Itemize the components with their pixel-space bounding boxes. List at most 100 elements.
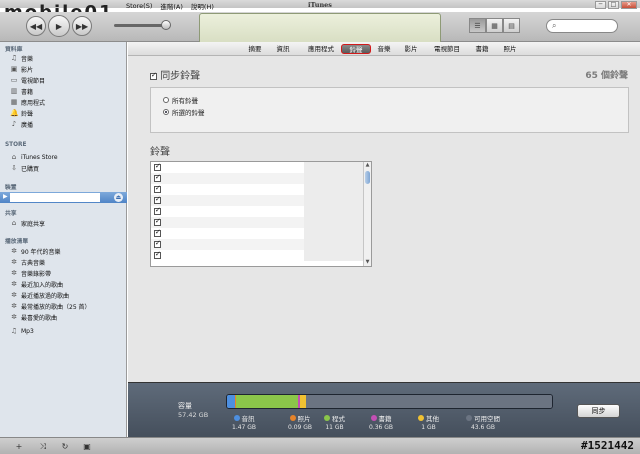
playlist-icon: ♫ xyxy=(10,327,18,335)
list-item-checkbox[interactable] xyxy=(154,162,161,171)
list-item-checkbox[interactable] xyxy=(154,184,161,193)
legend-value: 1 GB xyxy=(421,424,436,431)
grid-icon: ▦ xyxy=(491,21,498,30)
tab-books[interactable]: 書籍 xyxy=(472,44,492,54)
sidebar-item-music[interactable]: ♫ 音樂 xyxy=(10,53,33,63)
legend-value: 1.47 GB xyxy=(232,424,257,431)
list-item[interactable] xyxy=(151,239,364,250)
sidebar-item-tv-shows[interactable]: ▭ 電視節目 xyxy=(10,75,45,85)
disclosure-triangle-icon[interactable]: ▶ xyxy=(3,193,8,200)
list-item-checkbox[interactable] xyxy=(154,206,161,215)
coverflow-view-button[interactable]: ▤ xyxy=(503,18,520,33)
sidebar-item-playlist[interactable]: ✲ 最近加入的歌曲 xyxy=(10,279,63,289)
list-view-button[interactable]: ☰ xyxy=(469,18,486,33)
ringtone-list-title: 鈴聲 xyxy=(150,147,170,158)
list-item-checkbox[interactable] xyxy=(154,195,161,204)
tab-ringtones[interactable]: 鈴聲 xyxy=(341,44,371,54)
smart-playlist-icon: ✲ xyxy=(11,313,17,321)
repeat-button[interactable]: ↻ xyxy=(58,441,72,452)
add-playlist-button[interactable]: + xyxy=(12,441,26,452)
play-button[interactable]: ▶ xyxy=(48,15,70,37)
tab-apps[interactable]: 應用程式 xyxy=(304,44,338,54)
sidebar-item-playlist[interactable]: ♫ Mp3 xyxy=(10,326,34,336)
close-button[interactable]: ✕ xyxy=(621,1,637,9)
music-icon: ♫ xyxy=(10,54,18,62)
list-item-checkbox[interactable] xyxy=(154,239,161,248)
tab-music[interactable]: 音樂 xyxy=(374,44,394,54)
sidebar: 資料庫 ♫ 音樂 ▣ 影片 ▭ 電視節目 ▥ 書籍 ▦ 應用程式 🔔 鈴聲 ♪ 廣播 STOR… xyxy=(0,42,127,437)
sidebar-item-purchased[interactable]: ⇩ 已購買 xyxy=(10,163,39,173)
scroll-down-icon[interactable]: ▼ xyxy=(364,259,371,266)
sidebar-item-playlist[interactable]: ✲ 古典音樂 xyxy=(10,257,45,267)
sync-button[interactable]: 同步 xyxy=(577,404,620,418)
option-selected-ringtones[interactable]: 所選的鈴聲 xyxy=(163,107,205,117)
sidebar-item-label: 最近播放過的歌曲 xyxy=(21,292,70,300)
sidebar-item-label: 應用程式 xyxy=(21,99,46,107)
sidebar-item-playlist[interactable]: ✲ 最喜愛的歌曲 xyxy=(10,312,57,322)
scrollbar-thumb[interactable] xyxy=(365,171,370,184)
sidebar-item-playlist[interactable]: ✲ 90 年代的音樂 xyxy=(10,246,60,256)
shuffle-button[interactable]: ⤨ xyxy=(36,441,50,452)
sidebar-item-playlist[interactable]: ✲ 最常播放的歌曲（25 首） xyxy=(10,301,90,311)
sidebar-item-home-sharing[interactable]: ⌂ 家庭共享 xyxy=(10,218,45,228)
tab-photos[interactable]: 照片 xyxy=(500,44,520,54)
menu-advanced[interactable]: 進階(A) xyxy=(160,1,183,11)
sidebar-item-movies[interactable]: ▣ 影片 xyxy=(10,64,33,74)
sidebar-item-ringtones[interactable]: 🔔 鈴聲 xyxy=(10,108,33,118)
volume-slider-track[interactable] xyxy=(114,24,168,27)
sidebar-item-books[interactable]: ▥ 書籍 xyxy=(10,86,33,96)
list-item[interactable] xyxy=(151,217,364,228)
window-controls: ─ □ ✕ xyxy=(595,1,637,9)
legend-item: 音訊 1.47 GB xyxy=(232,413,256,431)
tab-info[interactable]: 資訊 xyxy=(273,44,293,54)
list-item[interactable] xyxy=(151,250,364,261)
sidebar-heading-library: 資料庫 xyxy=(5,47,23,53)
eject-icon[interactable]: ⏏ xyxy=(114,193,123,202)
search-input[interactable] xyxy=(546,19,618,33)
list-scrollbar[interactable]: ▲ ▼ xyxy=(363,162,371,266)
grid-view-button[interactable]: ▦ xyxy=(486,18,503,33)
legend-item: 其他 1 GB xyxy=(418,413,439,431)
sidebar-item-radio[interactable]: ♪ 廣播 xyxy=(10,119,33,129)
minimize-button[interactable]: ─ xyxy=(595,1,606,9)
maximize-button[interactable]: □ xyxy=(608,1,619,9)
list-item[interactable] xyxy=(151,162,364,173)
sidebar-item-itunes-store[interactable]: ⌂ iTunes Store xyxy=(10,152,58,162)
legend-value: 11 GB xyxy=(325,424,344,431)
list-item-checkbox[interactable] xyxy=(154,173,161,182)
sidebar-item-apps[interactable]: ▦ 應用程式 xyxy=(10,97,45,107)
list-item[interactable] xyxy=(151,228,364,239)
smart-playlist-icon: ✲ xyxy=(11,291,17,299)
tv-icon: ▭ xyxy=(10,76,18,84)
option-all-label: 所有鈴聲 xyxy=(172,97,198,105)
sync-ringtones-header: 同步鈴聲 xyxy=(150,67,200,82)
radio-selected-ringtones[interactable] xyxy=(163,109,169,115)
sidebar-item-playlist[interactable]: ✲ 最近播放過的歌曲 xyxy=(10,290,69,300)
list-item[interactable] xyxy=(151,173,364,184)
coverflow-icon: ▤ xyxy=(508,21,515,30)
artwork-button[interactable]: ▣ xyxy=(80,441,94,452)
sidebar-item-playlist[interactable]: ✲ 音樂錄影帶 xyxy=(10,268,51,278)
menu-help[interactable]: 說明(H) xyxy=(191,1,214,11)
legend-swatch xyxy=(233,415,240,421)
previous-button[interactable]: ◀◀ xyxy=(26,16,46,36)
radio-all-ringtones[interactable] xyxy=(163,97,169,103)
list-item[interactable] xyxy=(151,195,364,206)
scroll-up-icon[interactable]: ▲ xyxy=(364,162,371,169)
menu-store[interactable]: Store(S) xyxy=(126,2,152,10)
tab-movies[interactable]: 影片 xyxy=(401,44,421,54)
sync-ringtones-checkbox[interactable] xyxy=(150,71,157,80)
list-item-checkbox[interactable] xyxy=(154,228,161,237)
option-all-ringtones[interactable]: 所有鈴聲 xyxy=(163,95,198,105)
volume-slider-knob[interactable] xyxy=(161,20,171,30)
ringtone-list[interactable]: ▲ ▼ xyxy=(150,161,372,267)
list-item-checkbox[interactable] xyxy=(154,250,161,259)
sidebar-item-label: 最近加入的歌曲 xyxy=(21,281,64,289)
next-button[interactable]: ▶▶ xyxy=(72,16,92,36)
tab-summary[interactable]: 摘要 xyxy=(245,44,265,54)
list-item-checkbox[interactable] xyxy=(154,217,161,226)
list-item[interactable] xyxy=(151,184,364,195)
list-item[interactable] xyxy=(151,206,364,217)
capacity-total: 57.42 GB xyxy=(178,411,209,419)
tab-tv-shows[interactable]: 電視節目 xyxy=(430,44,464,54)
